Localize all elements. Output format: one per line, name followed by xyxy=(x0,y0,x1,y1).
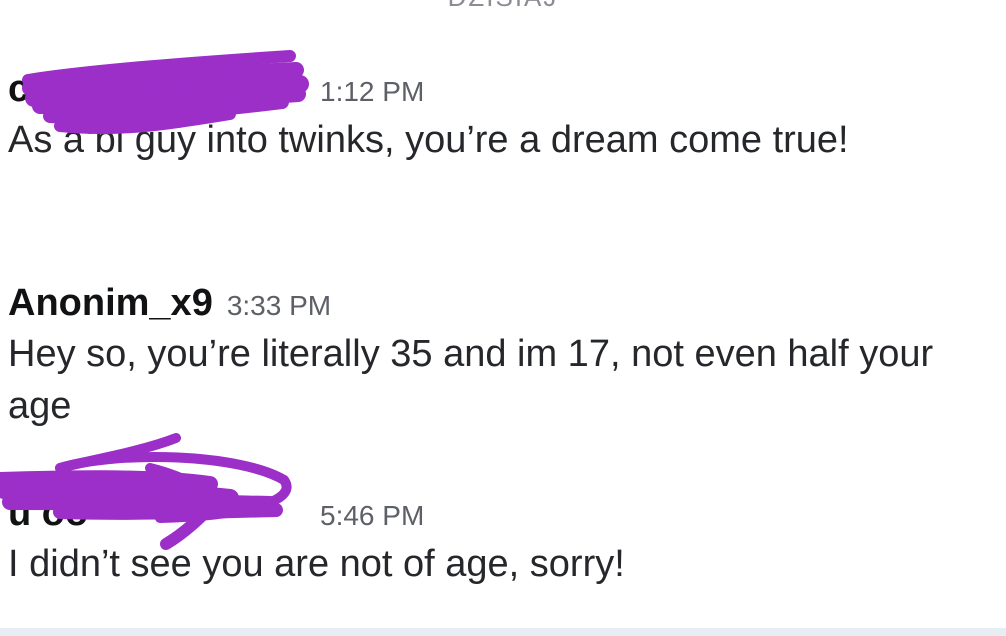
message-text: As a bi guy into twinks, you’re a dream … xyxy=(8,119,849,161)
message-timestamp: 5:46 PM xyxy=(320,500,425,531)
message-item[interactable]: u oo 5:46 PM I didn’t see you are not of… xyxy=(8,492,988,590)
message-item[interactable]: Anonim_x9 3:33 PM Hey so, you’re literal… xyxy=(8,282,988,432)
message-header: Anonim_x9 3:33 PM xyxy=(8,282,988,326)
sender-name[interactable]: c oo xyxy=(8,68,306,111)
sender-name[interactable]: u oo xyxy=(8,492,306,535)
message-text: Hey so, you’re literally 35 and im 17, n… xyxy=(8,333,934,427)
message-timestamp: 3:33 PM xyxy=(226,290,332,321)
sender-name[interactable]: Anonim_x9 xyxy=(8,282,213,325)
message-timestamp: 1:12 PM xyxy=(320,76,425,107)
message-item[interactable]: c oo 1:12 PM As a bi guy into twinks, yo… xyxy=(8,68,988,166)
composer-divider xyxy=(0,628,1006,636)
day-divider: DZISIAJ xyxy=(0,0,1006,13)
message-header: u oo 5:46 PM xyxy=(8,492,988,536)
message-header: c oo 1:12 PM xyxy=(8,68,988,112)
message-text: I didn’t see you are not of age, sorry! xyxy=(8,543,625,585)
